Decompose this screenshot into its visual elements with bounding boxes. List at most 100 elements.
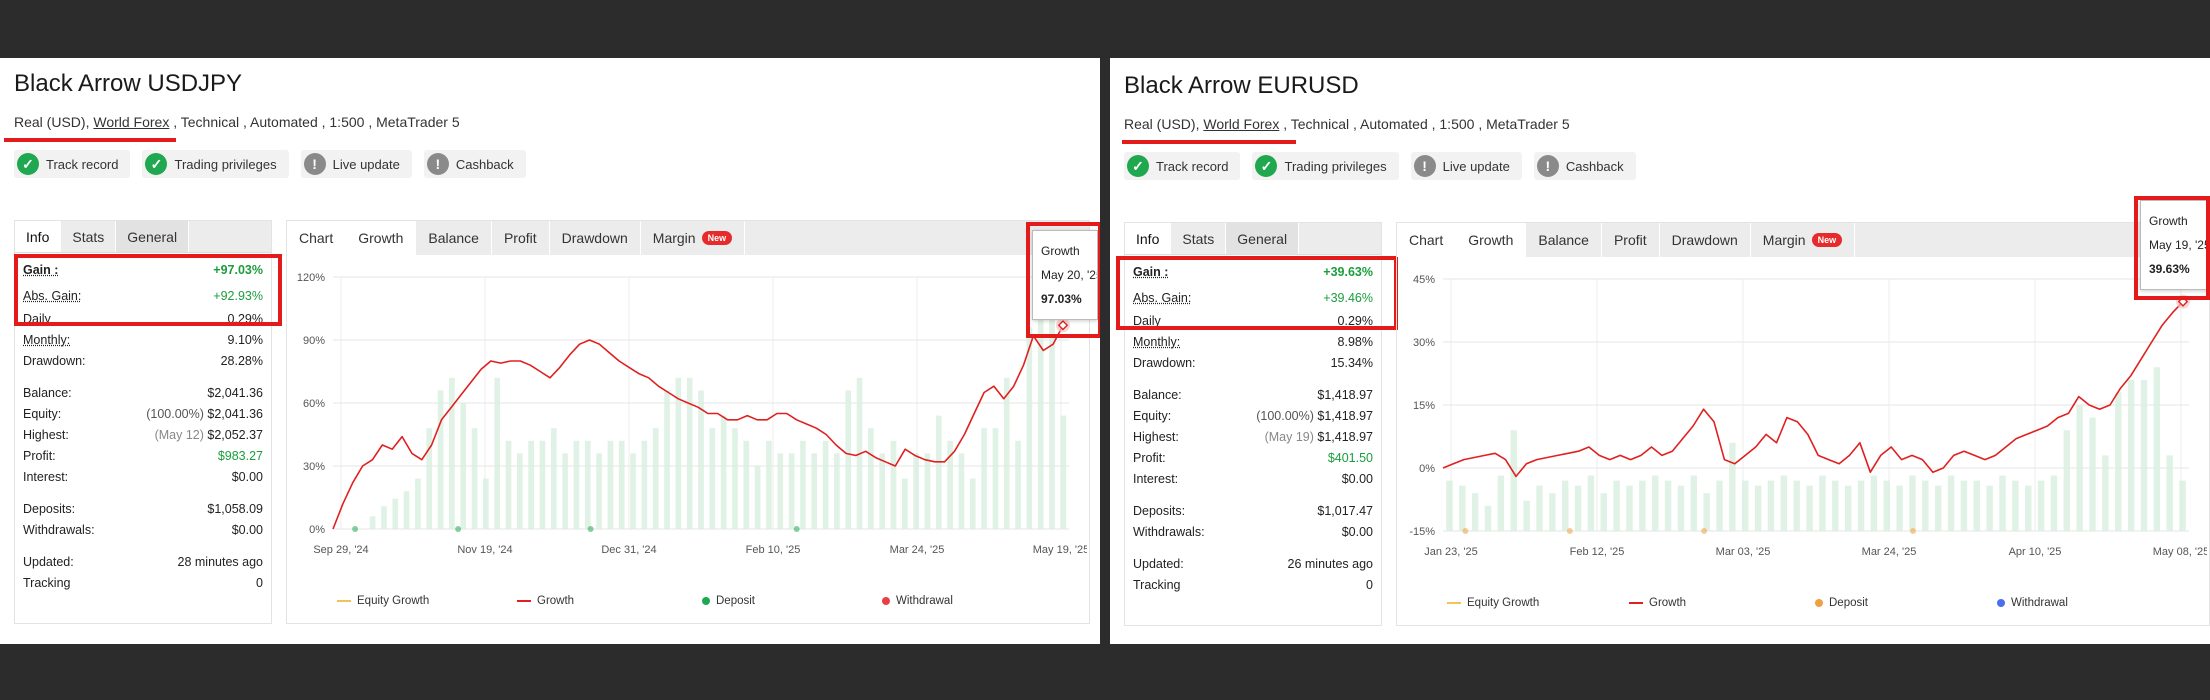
account-title: Black Arrow EURUSD [1124,72,1359,99]
tab-growth[interactable]: Growth [346,221,417,255]
badge-cashback[interactable]: ! Cashback [1533,152,1636,180]
bar [788,453,795,529]
bar [1754,485,1762,531]
bar [2127,379,2135,531]
bar [1870,475,1878,531]
tab-margin[interactable]: Margin New [1751,223,1856,257]
equity-value: $2,041.36 [207,407,263,421]
badge-trading-privileges[interactable]: ✓ Trading privileges [142,150,289,178]
daily-value: 0.29% [1337,314,1373,328]
x-tick-label: May 19, '25 [1033,544,1087,556]
tab-stats[interactable]: Stats [61,221,117,252]
tab-drawdown[interactable]: Drawdown [550,221,641,255]
profit-row: Profit: $983.27 [23,446,263,467]
daily-label[interactable]: Daily [1133,311,1161,332]
badge-live-update[interactable]: ! Live update [1410,152,1522,180]
interest-value: $0.00 [1341,472,1373,486]
bar [1037,302,1044,529]
bar [415,478,421,529]
growth-chart[interactable]: 120% 90% 60% 30% 0% Sep 29, '24 Nov 19, '24 Dec… [287,261,1087,561]
bar [1742,480,1749,531]
tab-info[interactable]: Info [15,221,62,252]
bar [1922,480,1929,531]
badge-label: Cashback [455,156,514,172]
drawdown-label: Drawdown: [23,354,86,368]
tab-growth[interactable]: Growth [1456,223,1527,257]
legend-withdrawal[interactable]: Withdrawal [882,595,953,607]
tab-info[interactable]: Info [1125,223,1172,254]
equity-label: Equity: [23,407,62,421]
legend-deposit-swatch [1815,599,1823,607]
highest-value: $1,418.97 [1317,430,1373,444]
bar [720,415,727,529]
check-icon: ✓ [1127,155,1149,177]
bar [1819,475,1826,531]
badge-track-record[interactable]: ✓ Track record [1124,152,1241,180]
tab-drawdown[interactable]: Drawdown [1660,223,1751,257]
bar [584,440,591,529]
tab-balance[interactable]: Balance [416,221,492,255]
monthly-value: 8.98% [1337,335,1373,349]
bar [618,440,625,529]
interest-value: $0.00 [231,470,263,484]
broker-link[interactable]: World Forex [93,114,169,130]
bar [879,453,885,529]
abs-gain-row: Abs. Gain: +92.93% [23,283,263,309]
monthly-label[interactable]: Monthly: [23,330,70,351]
badge-track-record[interactable]: ✓ Track record [14,150,131,178]
legend-label: Equity Growth [1467,597,1540,609]
x-tick-label: Mar 24, '25 [890,544,945,556]
deposits-row: Deposits: $1,058.09 [23,499,263,520]
withdrawals-row: Withdrawals: $0.00 [23,520,263,541]
bar [1049,289,1055,529]
monthly-label[interactable]: Monthly: [1133,332,1180,353]
bar [1060,415,1067,529]
legend-growth[interactable]: Growth [1629,597,1686,609]
equity-row: Equity: (100.00%) $1,418.97 [1133,406,1373,427]
account-type: Real (USD), [1124,116,1204,132]
deposit-marker [793,526,800,532]
withdrawals-label: Withdrawals: [23,523,95,537]
abs-gain-label[interactable]: Abs. Gain: [23,283,81,309]
tab-profit[interactable]: Profit [492,221,550,255]
broker-link[interactable]: World Forex [1203,116,1279,132]
daily-label[interactable]: Daily [23,309,51,330]
gain-label[interactable]: Gain : [23,257,58,283]
bar [1561,480,1569,531]
gain-label[interactable]: Gain : [1133,259,1168,285]
tab-profit[interactable]: Profit [1602,223,1660,257]
legend-growth-swatch [517,600,531,602]
bar [471,428,478,529]
growth-chart[interactable]: 45% 30% 15% 0% -15% Jan 23, '25 Feb 12, '25 Mar… [1397,263,2207,563]
legend-deposit[interactable]: Deposit [702,595,755,607]
legend-withdrawal[interactable]: Withdrawal [1997,597,2068,609]
badge-trading-privileges[interactable]: ✓ Trading privileges [1252,152,1399,180]
withdrawals-value: $0.00 [231,523,263,537]
badge-cashback[interactable]: ! Cashback [423,150,526,178]
bar [2102,455,2109,531]
legend-deposit[interactable]: Deposit [1815,597,1868,609]
bar [2076,405,2083,531]
abs-gain-label[interactable]: Abs. Gain: [1133,285,1191,311]
legend-growth[interactable]: Growth [517,595,574,607]
legend-deposit-swatch [702,597,710,605]
deposit-marker [455,526,462,532]
legend-equity-growth[interactable]: Equity Growth [1447,597,1539,609]
y-tick-label: 45% [1413,274,1435,286]
bar [1703,493,1710,531]
tab-balance[interactable]: Balance [1526,223,1602,257]
tab-margin[interactable]: Margin New [641,221,746,255]
badge-live-update[interactable]: ! Live update [300,150,412,178]
tab-general[interactable]: General [1226,223,1300,254]
bar [2025,485,2032,531]
legend-equity-growth[interactable]: Equity Growth [337,595,429,607]
tab-stats[interactable]: Stats [1171,223,1227,254]
bar [1844,485,1852,531]
exclamation-icon: ! [303,153,326,175]
tab-general[interactable]: General [116,221,190,252]
bar [2037,480,2045,531]
info-tabs: Info Stats General [15,221,271,253]
legend-label: Deposit [716,595,755,607]
bar [1973,480,1980,531]
bar [1677,485,1685,531]
